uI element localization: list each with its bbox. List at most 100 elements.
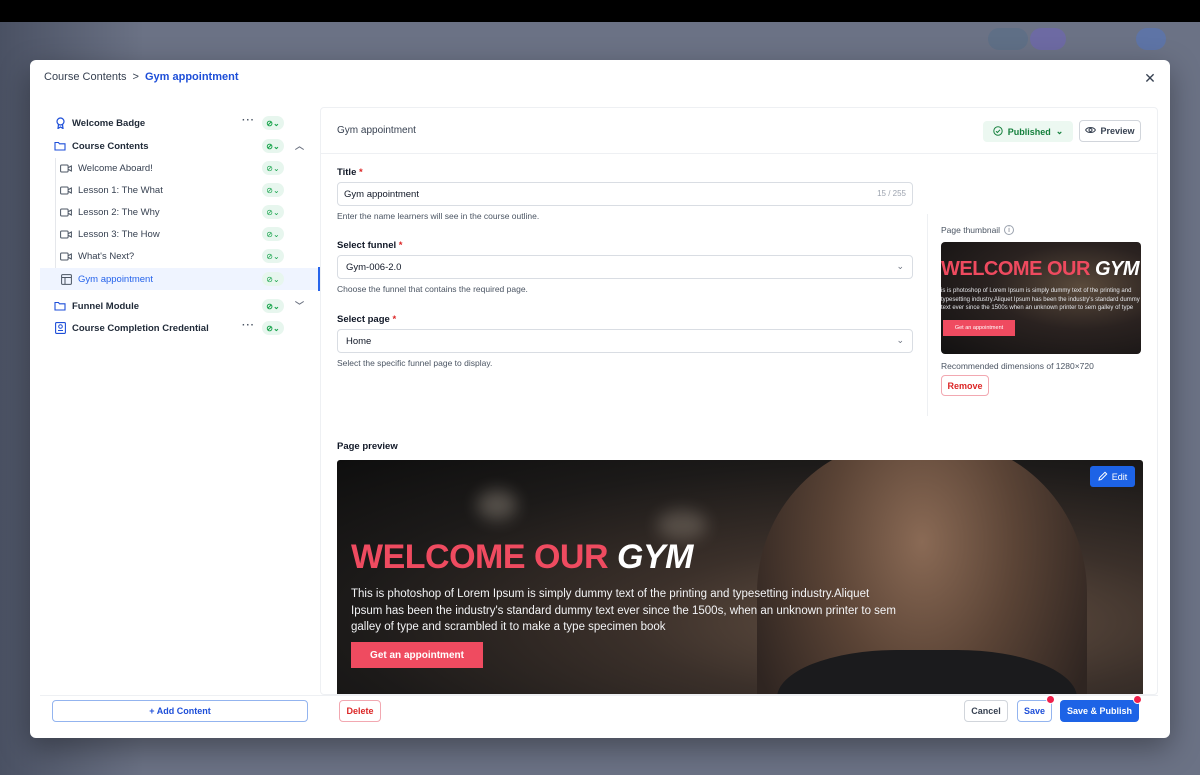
sidebar-item-gym-appointment[interactable]: Gym appointment ⊘⌄ [40,268,318,290]
sidebar-item-label: Lesson 1: The What [78,184,163,196]
footer-divider [40,695,1158,696]
status-label: Published [1007,126,1051,137]
info-icon[interactable]: i [1004,225,1015,235]
panel-title: Gym appointment [337,125,416,136]
remove-thumbnail-button[interactable]: Remove [941,375,989,396]
title-value: Gym appointment [344,188,419,200]
notification-dot [1046,695,1055,704]
page-thumbnail-image: WELCOME OUR GYM is is photoshop of Lorem… [941,242,1141,354]
thumbnail-label: Page thumbnail i [941,225,1015,235]
backdrop-pill [1030,28,1066,50]
page-icon [60,273,72,285]
page-value: Home [346,335,372,347]
published-check-icon[interactable]: ⊘⌄ [262,205,284,219]
panel-header: Gym appointment Published ⌄ Preview [321,108,1157,154]
published-check-icon[interactable]: ⊘⌄ [262,227,284,241]
chevron-up-icon[interactable]: ︿ [295,139,304,152]
sidebar-item-label: Lesson 3: The How [78,228,160,240]
thumbnail-headline: WELCOME OUR GYM [941,258,1140,281]
save-and-publish-button[interactable]: Save & Publish [1060,700,1139,722]
badge-icon [54,117,66,129]
thumbnail-cta: Get an appointment [943,320,1015,336]
edit-page-button[interactable]: Edit [1090,466,1135,487]
sidebar-item-course-contents[interactable]: Course Contents ⊘⌄ ︿ [40,135,318,157]
sidebar-item-label: Welcome Aboard! [78,162,153,174]
headline-part: WELCOME OUR [941,258,1090,280]
page-select[interactable]: Home ⌄ [337,329,913,353]
funnel-field-label: Select funnel * [337,240,402,251]
breadcrumb: Course Contents > Gym appointment [44,71,239,83]
more-options-icon[interactable]: ··· [242,320,255,331]
published-check-icon[interactable]: ⊘⌄ [262,139,284,153]
title-input[interactable]: Gym appointment 15 / 255 [337,182,913,206]
sidebar-item-funnel-module[interactable]: Funnel Module ⊘⌄ ﹀ [40,295,318,317]
published-check-icon[interactable]: ⊘⌄ [262,249,284,263]
sidebar-item-label: Course Completion Credential [72,322,209,334]
title-help-text: Enter the name learners will see in the … [337,211,540,221]
save-button[interactable]: Save [1017,700,1052,722]
video-icon [60,162,72,174]
chevron-down-icon: ⌄ [896,261,904,271]
page-help-text: Select the specific funnel page to displ… [337,358,493,368]
notification-dot [1133,695,1142,704]
published-check-icon[interactable]: ⊘⌄ [262,161,284,175]
sidebar-item-completion-credential[interactable]: Course Completion Credential ··· ⊘⌄ [40,317,318,339]
content-tree: Welcome Badge ··· ⊘⌄ Course Contents ⊘⌄ … [40,106,318,696]
preview-headline: WELCOME OUR GYM [351,538,693,577]
headline-part: GYM [1095,258,1140,280]
edit-content-modal: Course Contents > Gym appointment ✕ Welc… [30,60,1170,738]
eye-icon [1085,126,1097,136]
close-icon[interactable]: ✕ [1142,70,1158,86]
add-content-button[interactable]: + Add Content [52,700,308,722]
published-check-icon[interactable]: ⊘⌄ [262,299,284,313]
character-counter: 15 / 255 [877,189,906,198]
breadcrumb-current: Gym appointment [144,71,239,83]
preview-body-text: This is photoshop of Lorem Ipsum is simp… [351,588,896,633]
folder-icon [54,140,66,152]
required-marker: * [398,240,403,251]
video-icon [60,184,72,196]
sidebar-item-lesson-3[interactable]: Lesson 3: The How ⊘⌄ [40,223,318,245]
sidebar-item-label: Welcome Badge [72,117,146,129]
sidebar-item-lesson-1[interactable]: Lesson 1: The What ⊘⌄ [40,179,318,201]
chevron-down-icon: ⌄ [896,335,904,345]
video-icon [60,250,72,262]
more-options-icon[interactable]: ··· [242,115,255,126]
cancel-button[interactable]: Cancel [964,700,1008,722]
preview-button[interactable]: Preview [1079,120,1141,142]
page-preview-label: Page preview [337,441,398,452]
preview-label: Preview [1100,126,1135,136]
breadcrumb-parent[interactable]: Course Contents [44,71,127,83]
delete-button[interactable]: Delete [339,700,381,722]
sidebar-item-welcome-aboard[interactable]: Welcome Aboard! ⊘⌄ [40,157,318,179]
content-editor-panel: Gym appointment Published ⌄ Preview Titl… [320,107,1158,695]
chevron-down-icon[interactable]: ﹀ [295,299,304,312]
sidebar-item-label: Gym appointment [78,273,153,285]
chevron-down-icon: ⌄ [1055,126,1064,136]
required-marker: * [359,167,363,178]
page-field-label: Select page * [337,314,396,325]
sidebar-item-lesson-2[interactable]: Lesson 2: The Why ⊘⌄ [40,201,318,223]
video-icon [60,206,72,218]
funnel-select[interactable]: Gym-006-2.0 ⌄ [337,255,913,279]
top-bar [0,0,1200,22]
status-dropdown[interactable]: Published ⌄ [983,121,1073,142]
title-field-label: Title * [337,167,363,178]
sidebar-item-label: Lesson 2: The Why [78,206,160,218]
headline-part: WELCOME OUR [351,538,609,576]
light-glow [477,490,517,520]
recommended-dimensions: Recommended dimensions of 1280×720 [941,361,1094,371]
required-marker: * [392,314,397,325]
sidebar-item-welcome-badge[interactable]: Welcome Badge ··· ⊘⌄ [40,112,318,134]
label-text: Page thumbnail [941,225,1001,235]
funnel-help-text: Choose the funnel that contains the requ… [337,284,528,294]
published-check-icon[interactable]: ⊘⌄ [262,183,284,197]
headline-part: GYM [617,538,693,576]
page-preview: WELCOME OUR GYM This is photoshop of Lor… [337,460,1143,694]
thumbnail-body: is is photoshop of Lorem Ipsum is simply… [941,288,1140,311]
published-check-icon[interactable]: ⊘⌄ [262,116,284,130]
published-check-icon[interactable]: ⊘⌄ [262,321,284,335]
sidebar-item-whats-next[interactable]: What's Next? ⊘⌄ [40,245,318,267]
breadcrumb-separator: > [132,71,139,83]
published-check-icon[interactable]: ⊘⌄ [262,272,284,286]
